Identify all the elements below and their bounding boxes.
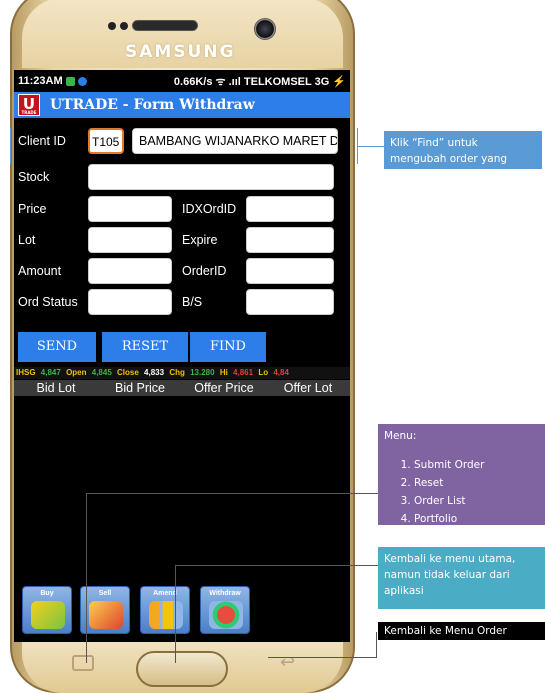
stock-label: Stock xyxy=(18,170,50,184)
ticker-hi-value: 4,861 xyxy=(233,368,254,377)
ticker-open-value: 4,845 xyxy=(91,368,112,377)
screen: 11:23AM 0.66K/s ᯤ .ııl TELKOMSEL 3G ⚡ U … xyxy=(14,70,350,642)
notification-icon xyxy=(65,76,75,86)
price-row: Price IDXOrdID xyxy=(14,196,350,222)
sensor-dot xyxy=(120,22,128,30)
withdraw-pie-icon xyxy=(209,601,243,629)
sell-tag-icon xyxy=(89,601,123,629)
order-id-input[interactable] xyxy=(246,258,334,284)
bs-label: B/S xyxy=(182,295,203,309)
buy-menu-button[interactable]: Buy xyxy=(22,586,72,634)
orderbook-header: Bid Lot Bid Price Offer Price Offer Lot xyxy=(14,380,350,396)
ticker-ihsg-label: IHSG xyxy=(16,368,36,377)
status-time: 11:23AM xyxy=(18,75,63,87)
stock-row: Stock xyxy=(14,164,350,190)
column-header: Bid Price xyxy=(114,381,166,395)
ticker-lo-value: 4,84 xyxy=(273,368,289,377)
find-note: Klik “Find” untuk mengubah order yang xyxy=(384,131,542,169)
column-header: Offer Lot xyxy=(283,381,333,395)
sell-menu-label: Sell xyxy=(98,590,112,597)
app-header: U TRADE UTRADE - Form Withdraw xyxy=(14,92,350,118)
menu-note-item: Portfolio xyxy=(414,510,539,525)
lot-row: Lot Expire xyxy=(14,227,350,253)
status-network: 0.66K/s ᯤ .ııl TELKOMSEL 3G ⚡ xyxy=(173,75,346,88)
sensor-dot xyxy=(108,22,116,30)
market-ticker: IHSG 4,847 Open 4,845 Close 4,833 Chg 13… xyxy=(14,367,350,379)
idx-ord-id-label: IDXOrdID xyxy=(182,202,237,216)
reset-button[interactable]: RESET xyxy=(102,332,188,362)
client-id-label: Client ID xyxy=(18,134,66,148)
lot-label: Lot xyxy=(18,233,36,247)
connector-back xyxy=(376,632,377,658)
app-logo: U TRADE xyxy=(18,94,40,116)
ticker-close-value: 4,833 xyxy=(144,368,165,377)
front-camera-icon xyxy=(254,18,276,40)
withdraw-menu-button[interactable]: Withdraw xyxy=(200,586,250,634)
ticker-lo-label: Lo xyxy=(258,368,269,377)
ticker-hi-label: Hi xyxy=(219,368,228,377)
ticker-chg-label: Chg xyxy=(169,368,185,377)
connector-menu xyxy=(86,493,87,663)
client-id-input[interactable]: T105 xyxy=(88,128,124,154)
menu-note: Menu: Submit Order Reset Order List Port… xyxy=(378,424,545,525)
find-button[interactable]: FIND xyxy=(190,332,266,362)
connector-back xyxy=(268,657,377,658)
price-label: Price xyxy=(18,202,47,216)
speaker-grill xyxy=(132,20,198,31)
price-input[interactable] xyxy=(88,196,172,222)
bs-input[interactable] xyxy=(246,289,334,315)
amend-menu-label: Amend xyxy=(153,590,177,597)
home-button[interactable] xyxy=(136,651,228,687)
connector-menu xyxy=(86,493,378,494)
notification-icon xyxy=(77,76,87,86)
lot-input[interactable] xyxy=(88,227,172,253)
withdraw-menu-label: Withdraw xyxy=(209,590,241,597)
ord-status-input[interactable] xyxy=(88,289,172,315)
page-title: UTRADE - Form Withdraw xyxy=(50,97,255,113)
ord-status-row: Ord Status B/S xyxy=(14,289,350,315)
back-icon[interactable]: ↩ xyxy=(280,652,295,673)
stock-input[interactable] xyxy=(88,164,334,190)
send-button[interactable]: SEND xyxy=(18,332,96,362)
amend-menu-button[interactable]: Amend xyxy=(140,586,190,634)
amount-input[interactable] xyxy=(88,258,172,284)
menu-note-title: Menu: xyxy=(384,430,417,442)
column-header: Offer Price xyxy=(194,381,254,395)
client-name-field: BAMBANG WIJANARKO MARET D xyxy=(132,128,338,154)
menu-note-item: Submit Order xyxy=(414,456,539,474)
ticker-chg-value: 13.280 xyxy=(190,368,215,377)
amount-row: Amount OrderID xyxy=(14,258,350,284)
connector-find xyxy=(358,146,384,147)
menu-note-item: Reset xyxy=(414,474,539,492)
idx-ord-id-input[interactable] xyxy=(246,196,334,222)
connector-home xyxy=(175,565,176,663)
column-header: Bid Lot xyxy=(36,381,76,395)
expire-label: Expire xyxy=(182,233,218,247)
menu-note-item: Order List xyxy=(414,492,539,510)
recent-apps-icon[interactable] xyxy=(72,655,94,671)
connector-home xyxy=(175,565,378,566)
client-id-row: Client ID T105 BAMBANG WIJANARKO MARET D xyxy=(14,128,350,154)
menu-note-list: Submit Order Reset Order List Portfolio xyxy=(414,456,539,525)
order-id-label: OrderID xyxy=(182,264,227,278)
status-bar: 11:23AM 0.66K/s ᯤ .ııl TELKOMSEL 3G ⚡ xyxy=(14,70,350,92)
buy-menu-label: Buy xyxy=(40,590,54,597)
sell-menu-button[interactable]: Sell xyxy=(80,586,130,634)
bracket-left xyxy=(10,128,11,164)
expire-input[interactable] xyxy=(246,227,334,253)
home-note: Kembali ke menu utama, namun tidak kelua… xyxy=(378,547,545,609)
buy-tag-icon xyxy=(31,601,65,629)
ticker-close-label: Close xyxy=(117,368,139,377)
device-brand: SAMSUNG xyxy=(125,42,236,62)
ticker-open-label: Open xyxy=(66,368,87,377)
ticker-ihsg-value: 4,847 xyxy=(40,368,61,377)
amend-chart-icon xyxy=(149,601,183,629)
back-note: Kembali ke Menu Order xyxy=(378,622,545,640)
logo-caption: TRADE xyxy=(21,110,37,115)
ord-status-label: Ord Status xyxy=(18,295,78,309)
amount-label: Amount xyxy=(18,264,62,278)
